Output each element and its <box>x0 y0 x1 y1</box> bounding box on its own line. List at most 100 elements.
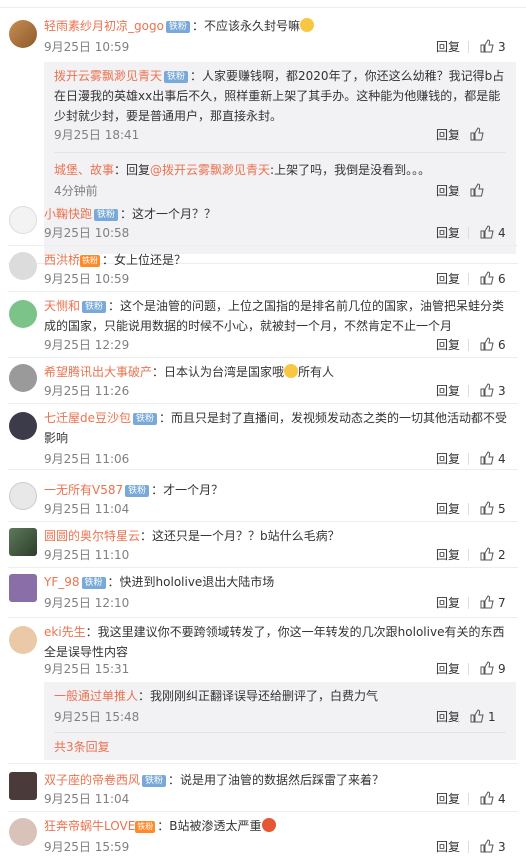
comment-time: 9月25日 10:58 <box>44 226 130 240</box>
avatar[interactable] <box>9 818 37 846</box>
reply-button[interactable]: 回复 <box>436 660 460 678</box>
avatar[interactable] <box>9 772 37 800</box>
fans-badge-icon: 铁粉 <box>142 775 167 787</box>
comment-body: ：女上位还是？ <box>102 253 187 267</box>
avatar[interactable] <box>9 300 37 328</box>
like-count: 6 <box>498 272 506 286</box>
reply-time: 4分钟前 <box>54 184 98 198</box>
avatar[interactable] <box>9 252 37 280</box>
thumbs-up-icon <box>480 383 494 397</box>
username[interactable]: 希望腾讯出大事破产 <box>44 365 152 379</box>
reply-button[interactable]: 回复 <box>436 224 460 242</box>
reply-button[interactable]: 回复 <box>436 450 460 468</box>
avatar[interactable] <box>9 20 37 48</box>
mention-link[interactable]: @拨开云雾飘渺见青天 <box>150 163 270 177</box>
comment-item: 天恻和 铁粉 ：这个是油管的问题，上位之国指的是排名前几位的国家，油管把呆蛙分类成的… <box>0 292 526 358</box>
username[interactable]: 西洪桥 <box>44 253 80 267</box>
avatar[interactable] <box>9 206 37 234</box>
thumbs-up-icon <box>480 547 494 561</box>
comment-item: eki先生：我这里建议你不要跨领域转发了，你这一年转发的几次跟hololive有… <box>0 618 526 764</box>
thumbs-up-icon <box>470 127 484 141</box>
comment-text: eki先生：我这里建议你不要跨领域转发了，你这一年转发的几次跟hololive有… <box>44 622 516 662</box>
username[interactable]: 双子座的帝卷西风 <box>44 773 140 787</box>
comment-meta: 9月25日 11:06 回复 4 <box>44 450 516 468</box>
reply-button[interactable]: 回复 <box>436 182 460 200</box>
comment-time: 9月25日 11:10 <box>44 548 130 562</box>
reply-button[interactable]: 回复 <box>436 382 460 400</box>
username[interactable]: 圆圆的奥尔特星云 <box>44 529 140 543</box>
thumbs-up-icon <box>480 595 494 609</box>
reply-body-2: :上架了吗，我倒是没看到。。。 <box>270 163 431 177</box>
username[interactable]: 一无所有V587 <box>44 483 123 497</box>
thumbs-up-icon <box>470 183 484 197</box>
username[interactable]: 一般通过单推人 <box>54 689 138 703</box>
reply-body: ：回复 <box>114 163 151 177</box>
reply-text: 城堡、故事：回复@拨开云雾飘渺见青天:上架了吗，我倒是没看到。。。 <box>54 160 506 180</box>
more-replies-link[interactable]: 共3条回复 <box>54 738 110 756</box>
fans-badge-icon: 铁粉 <box>164 71 189 83</box>
comment-time: 9月25日 11:04 <box>44 502 130 516</box>
reply-time: 9月25日 15:48 <box>54 710 140 724</box>
comment-time: 9月25日 12:29 <box>44 338 130 352</box>
comment-item: 七迁屋de豆沙包 铁粉 ：而且只是封了直播间，发视频发动态之类的一切其他活动都不受影… <box>0 404 526 470</box>
comment-time: 9月25日 11:04 <box>44 792 130 806</box>
avatar[interactable] <box>9 412 37 440</box>
like-count: 3 <box>498 40 506 54</box>
comment-body: ：我这里建议你不要跨领域转发了，你这一年转发的几次跟hololive有关的东西全… <box>44 625 505 659</box>
comment-text: 一无所有V587 铁粉 ：才一个月？ <box>44 480 516 500</box>
avatar[interactable] <box>9 574 37 602</box>
comment-meta: 9月25日 12:10 回复 7 <box>44 594 516 612</box>
emoji-icon <box>299 18 314 32</box>
username[interactable]: 小鞠快跑 <box>44 207 92 221</box>
thumbs-up-icon <box>480 39 494 53</box>
emoji-icon <box>261 818 276 832</box>
reply-text: 拨开云雾飘渺见青天 铁粉 ：人家要赚钱啊，都2020年了，你还这么幼稚？我记得b占在… <box>54 66 506 126</box>
like-count: 3 <box>498 384 506 398</box>
username[interactable]: 七迁屋de豆沙包 <box>44 411 131 425</box>
avatar[interactable] <box>9 364 37 392</box>
fans-badge-icon: 铁粉 <box>94 209 119 221</box>
comment-body: ：不应该永久封号嘛 <box>191 19 300 33</box>
reply-button[interactable]: 回复 <box>436 838 460 856</box>
divider <box>54 732 506 733</box>
username[interactable]: 城堡、故事 <box>54 163 114 177</box>
comment-meta: 9月25日 11:10 回复 2 <box>44 546 516 564</box>
comment-time: 9月25日 15:59 <box>44 840 130 854</box>
comment-text: 希望腾讯出大事破产：日本认为台湾是国家哦 所有人 <box>44 362 516 382</box>
avatar[interactable] <box>9 626 37 654</box>
comment-time: 9月25日 15:31 <box>44 662 130 676</box>
like-count: 2 <box>498 548 506 562</box>
like-count: 3 <box>498 840 506 854</box>
comment-time: 9月25日 10:59 <box>44 272 130 286</box>
username[interactable]: 拨开云雾飘渺见青天 <box>54 69 162 83</box>
previous-comment-edge <box>0 0 526 8</box>
avatar[interactable] <box>9 528 37 556</box>
username[interactable]: YF_98 <box>44 575 80 589</box>
comment-meta: 9月25日 11:04 回复 4 <box>44 790 516 808</box>
reply-button[interactable]: 回复 <box>436 546 460 564</box>
comment-item: 一无所有V587 铁粉 ：才一个月？ 9月25日 11:04 回复 5 <box>0 476 526 522</box>
reply-button[interactable]: 回复 <box>436 708 460 726</box>
username[interactable]: 轻雨素纱月初凉_gogo <box>44 19 164 33</box>
fans-badge-icon: 铁粉 <box>81 577 106 589</box>
fans-badge-icon: 铁粉 <box>165 21 190 33</box>
reply-button[interactable]: 回复 <box>436 790 460 808</box>
reply-button[interactable]: 回复 <box>436 38 460 56</box>
like-count: 1 <box>488 710 496 724</box>
username[interactable]: eki先生 <box>44 625 86 639</box>
reply-button[interactable]: 回复 <box>436 126 460 144</box>
thumbs-up-icon <box>480 451 494 465</box>
comment-text: 狂奔帝蜗牛LOVE 铁粉 ：B站被渗透太严重 <box>44 816 516 836</box>
like-count: 5 <box>498 502 506 516</box>
username[interactable]: 狂奔帝蜗牛LOVE <box>44 819 135 833</box>
reply-button[interactable]: 回复 <box>436 336 460 354</box>
comment-body: ：说是用了油管的数据然后踩雷了来着？ <box>168 773 385 787</box>
comment-meta: 9月25日 10:59 回复 6 <box>44 270 516 288</box>
reply-button[interactable]: 回复 <box>436 594 460 612</box>
username[interactable]: 天恻和 <box>44 299 80 313</box>
comment-text: 轻雨素纱月初凉_gogo 铁粉 ：不应该永久封号嘛 <box>44 16 516 36</box>
reply-button[interactable]: 回复 <box>436 500 460 518</box>
reply-button[interactable]: 回复 <box>436 270 460 288</box>
avatar[interactable] <box>9 482 37 510</box>
divider <box>54 152 506 153</box>
